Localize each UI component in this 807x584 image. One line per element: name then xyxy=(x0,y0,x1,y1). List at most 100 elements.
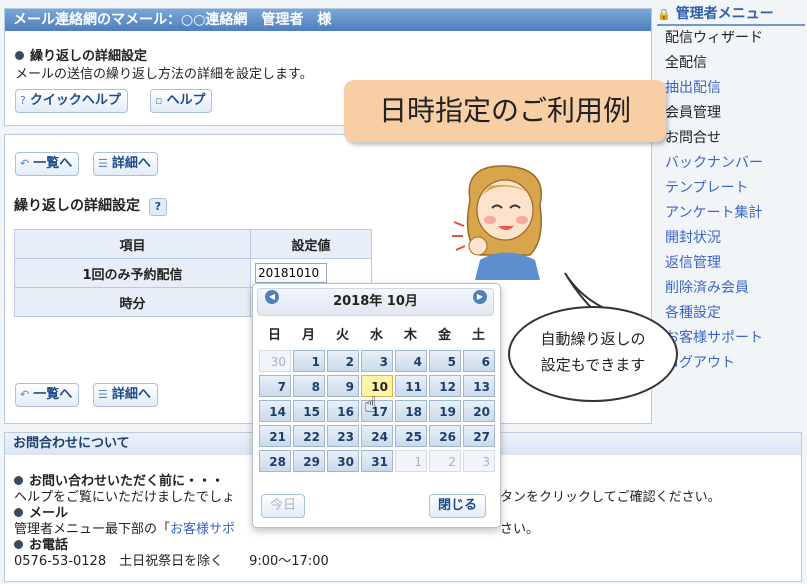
quick-help-button[interactable]: ? クイックヘルプ xyxy=(15,89,128,113)
hand-cursor-icon: ☝ xyxy=(364,393,378,418)
sidebar-item[interactable]: バックナンバー xyxy=(657,151,805,176)
calendar-day[interactable]: 18 xyxy=(395,400,427,422)
help-label: ヘルプ xyxy=(166,93,206,108)
sidebar-item[interactable]: お客様サポート xyxy=(657,326,805,351)
detail-button-label: 詳細へ xyxy=(111,387,151,402)
sidebar-item[interactable]: 削除済み会員 xyxy=(657,276,805,301)
section-heading: 繰り返しの詳細設定 xyxy=(15,45,147,64)
calendar-day[interactable]: 15 xyxy=(293,400,325,422)
contact-mail-text-tail: さい。 xyxy=(500,522,540,537)
calendar-day[interactable]: 25 xyxy=(395,425,427,447)
sidebar-item[interactable]: 各種設定 xyxy=(657,301,805,326)
calendar-day[interactable]: 13 xyxy=(463,375,495,397)
section-description: メールの送信の繰り返し方法の詳細を設定します。 xyxy=(15,67,313,82)
weekday-label: 火 xyxy=(335,328,349,343)
admin-sidebar: 🔒 管理者メニュー 配信ウィザード 全配信 抽出配信 会員管理 お問合せ バックナンバーテ… xyxy=(657,4,805,376)
calendar-header: 2018年 10月 xyxy=(257,288,494,316)
calendar-day[interactable]: 28 xyxy=(259,450,291,472)
sidebar-list: 配信ウィザード 全配信 抽出配信 会員管理 お問合せ バックナンバー テンプレート アンケート… xyxy=(657,26,805,376)
weekday-label: 木 xyxy=(403,328,417,343)
sidebar-item[interactable]: テンプレート xyxy=(657,176,805,201)
row-label: 1回のみ予約配信 xyxy=(14,258,251,288)
sidebar-item[interactable]: アンケート集計 xyxy=(657,201,805,226)
sidebar-item[interactable]: 抽出配信 xyxy=(657,76,805,101)
sidebar-item[interactable]: ログアウト xyxy=(657,351,805,376)
list-button[interactable]: ↶ 一覧へ xyxy=(15,152,80,176)
today-button[interactable]: 今日 xyxy=(261,494,306,518)
sidebar-item[interactable]: 開封状況 xyxy=(657,226,805,251)
section-heading-text: 繰り返しの詳細設定 xyxy=(30,49,148,64)
date-input[interactable] xyxy=(255,263,327,283)
next-month-icon[interactable]: ▶ xyxy=(473,290,487,304)
sidebar-item[interactable]: 配信ウィザード xyxy=(657,26,805,51)
bubble-line-2: 設定もできます xyxy=(540,356,646,374)
detail-button-label: 詳細へ xyxy=(111,156,151,171)
calendar-day[interactable]: 23 xyxy=(327,425,359,447)
sidebar-item[interactable]: 返信管理 xyxy=(657,251,805,276)
calendar-day[interactable]: 27 xyxy=(463,425,495,447)
weekday-label: 土 xyxy=(471,328,485,343)
list-button-bottom[interactable]: ↶ 一覧へ xyxy=(15,383,80,407)
detail-button-bottom[interactable]: ☰ 詳細へ xyxy=(93,383,158,407)
calendar-day[interactable]: 5 xyxy=(429,350,461,372)
usage-example-banner: 日時指定のご利用例 xyxy=(344,80,666,142)
list-button-label: 一覧へ xyxy=(33,156,73,171)
calendar-day[interactable]: 3 xyxy=(463,450,495,472)
prev-month-icon[interactable]: ◀ xyxy=(265,290,279,304)
back-arrow-icon: ↶ xyxy=(20,157,30,170)
sidebar-title: 🔒 管理者メニュー xyxy=(657,4,805,26)
lock-icon: 🔒 xyxy=(657,8,671,21)
bullet-icon xyxy=(14,508,23,517)
calendar-day[interactable]: 20 xyxy=(463,400,495,422)
list-icon: ☰ xyxy=(98,157,108,170)
weekday-label: 水 xyxy=(369,328,383,343)
detail-button[interactable]: ☰ 詳細へ xyxy=(93,152,158,176)
help-mark-icon[interactable]: ? xyxy=(148,198,167,216)
contact-phone-text: 0576-53-0128 土日祝祭日を除く 9:00～17:00 xyxy=(14,554,329,569)
weekday-label: 金 xyxy=(437,328,451,343)
calendar-day[interactable]: 14 xyxy=(259,400,291,422)
calendar-day[interactable]: 9 xyxy=(327,375,359,397)
woman-character-icon xyxy=(452,165,542,280)
bullet-icon xyxy=(14,476,23,485)
list-icon: ☰ xyxy=(98,388,108,401)
calendar-day[interactable]: 29 xyxy=(293,450,325,472)
calendar-day[interactable]: 2 xyxy=(327,350,359,372)
close-button[interactable]: 閉じる xyxy=(429,494,487,518)
weekday-label: 日 xyxy=(267,328,281,343)
calendar-day[interactable]: 24 xyxy=(361,425,393,447)
sidebar-item[interactable]: 全配信 xyxy=(657,51,805,76)
calendar-day[interactable]: 3 xyxy=(361,350,393,372)
calendar-day[interactable]: 16 xyxy=(327,400,359,422)
sidebar-item[interactable]: 会員管理 xyxy=(657,101,805,126)
help-button[interactable]: ▫ ヘルプ xyxy=(150,89,213,113)
calendar-day[interactable]: 11 xyxy=(395,375,427,397)
weekday-label: 月 xyxy=(301,328,315,343)
calendar-day[interactable]: 30 xyxy=(327,450,359,472)
calendar-day[interactable]: 19 xyxy=(429,400,461,422)
settings-title: 繰り返しの詳細設定 ? xyxy=(14,195,167,216)
calendar-day[interactable]: 12 xyxy=(429,375,461,397)
back-arrow-icon: ↶ xyxy=(20,388,30,401)
calendar-day[interactable]: 8 xyxy=(293,375,325,397)
calendar-day[interactable]: 6 xyxy=(463,350,495,372)
calendar-day[interactable]: 31 xyxy=(361,450,393,472)
calendar-day[interactable]: 21 xyxy=(259,425,291,447)
calendar-day[interactable]: 4 xyxy=(395,350,427,372)
support-link[interactable]: お客様サポ xyxy=(170,522,235,537)
calendar-day[interactable]: 22 xyxy=(293,425,325,447)
sidebar-item[interactable]: お問合せ xyxy=(657,126,805,151)
window-icon: ▫ xyxy=(155,94,163,107)
calendar-month-title: 2018年 10月 xyxy=(333,294,418,309)
calendar-day[interactable]: 1 xyxy=(395,450,427,472)
calendar-day[interactable]: 1 xyxy=(293,350,325,372)
calendar-day[interactable]: 26 xyxy=(429,425,461,447)
calendar-day[interactable]: 30 xyxy=(259,350,291,372)
column-header-item: 項目 xyxy=(14,229,251,259)
speech-bubble: 自動繰り返しの 設定もできます xyxy=(508,306,678,402)
calendar-day[interactable]: 2 xyxy=(429,450,461,472)
row-label: 時分 xyxy=(14,287,251,317)
quick-help-label: クイックヘルプ xyxy=(29,93,121,108)
settings-title-text: 繰り返しの詳細設定 xyxy=(14,198,140,214)
calendar-day[interactable]: 7 xyxy=(259,375,291,397)
